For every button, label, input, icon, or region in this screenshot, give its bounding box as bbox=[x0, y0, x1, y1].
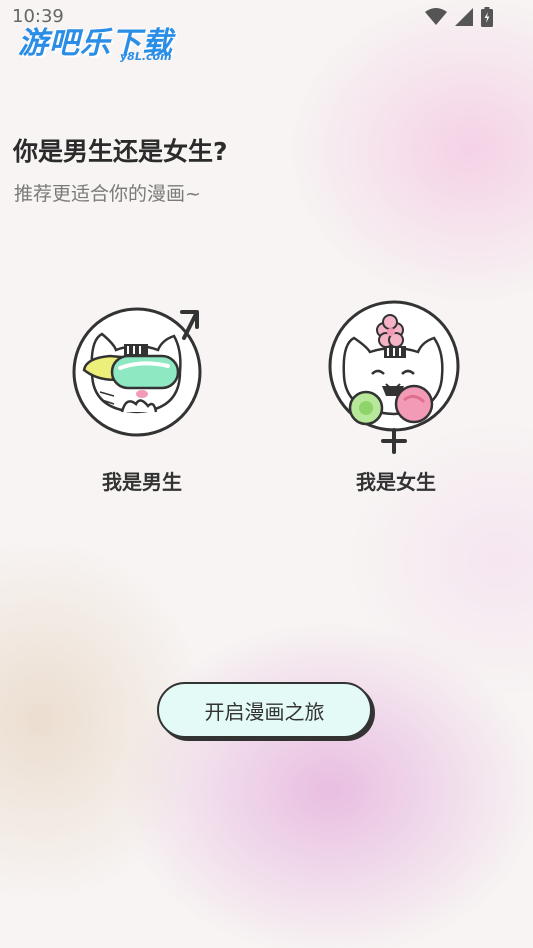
status-icons bbox=[425, 7, 493, 27]
watermark-subtext: y8L.com bbox=[120, 50, 172, 63]
page-subtitle: 推荐更适合你的漫画~ bbox=[14, 183, 201, 205]
cat-with-cap-avatar bbox=[72, 307, 202, 437]
cat-with-flowers-avatar bbox=[328, 300, 460, 454]
start-comic-journey-button[interactable]: 开启漫画之旅 bbox=[157, 682, 372, 738]
girl-label: 我是女生 bbox=[356, 470, 436, 494]
male-symbol-icon bbox=[180, 310, 199, 340]
female-symbol-icon bbox=[381, 428, 407, 454]
cellular-signal-icon bbox=[455, 8, 473, 26]
page-title: 你是男生还是女生? bbox=[13, 137, 228, 166]
wifi-icon bbox=[425, 8, 447, 25]
watermark-logo: 游吧乐下载 y8L.com bbox=[18, 18, 173, 63]
battery-icon bbox=[481, 7, 493, 27]
boy-label: 我是男生 bbox=[102, 470, 182, 494]
girl-option[interactable]: 我是女生 bbox=[316, 300, 476, 495]
boy-option[interactable]: 我是男生 bbox=[62, 300, 222, 495]
